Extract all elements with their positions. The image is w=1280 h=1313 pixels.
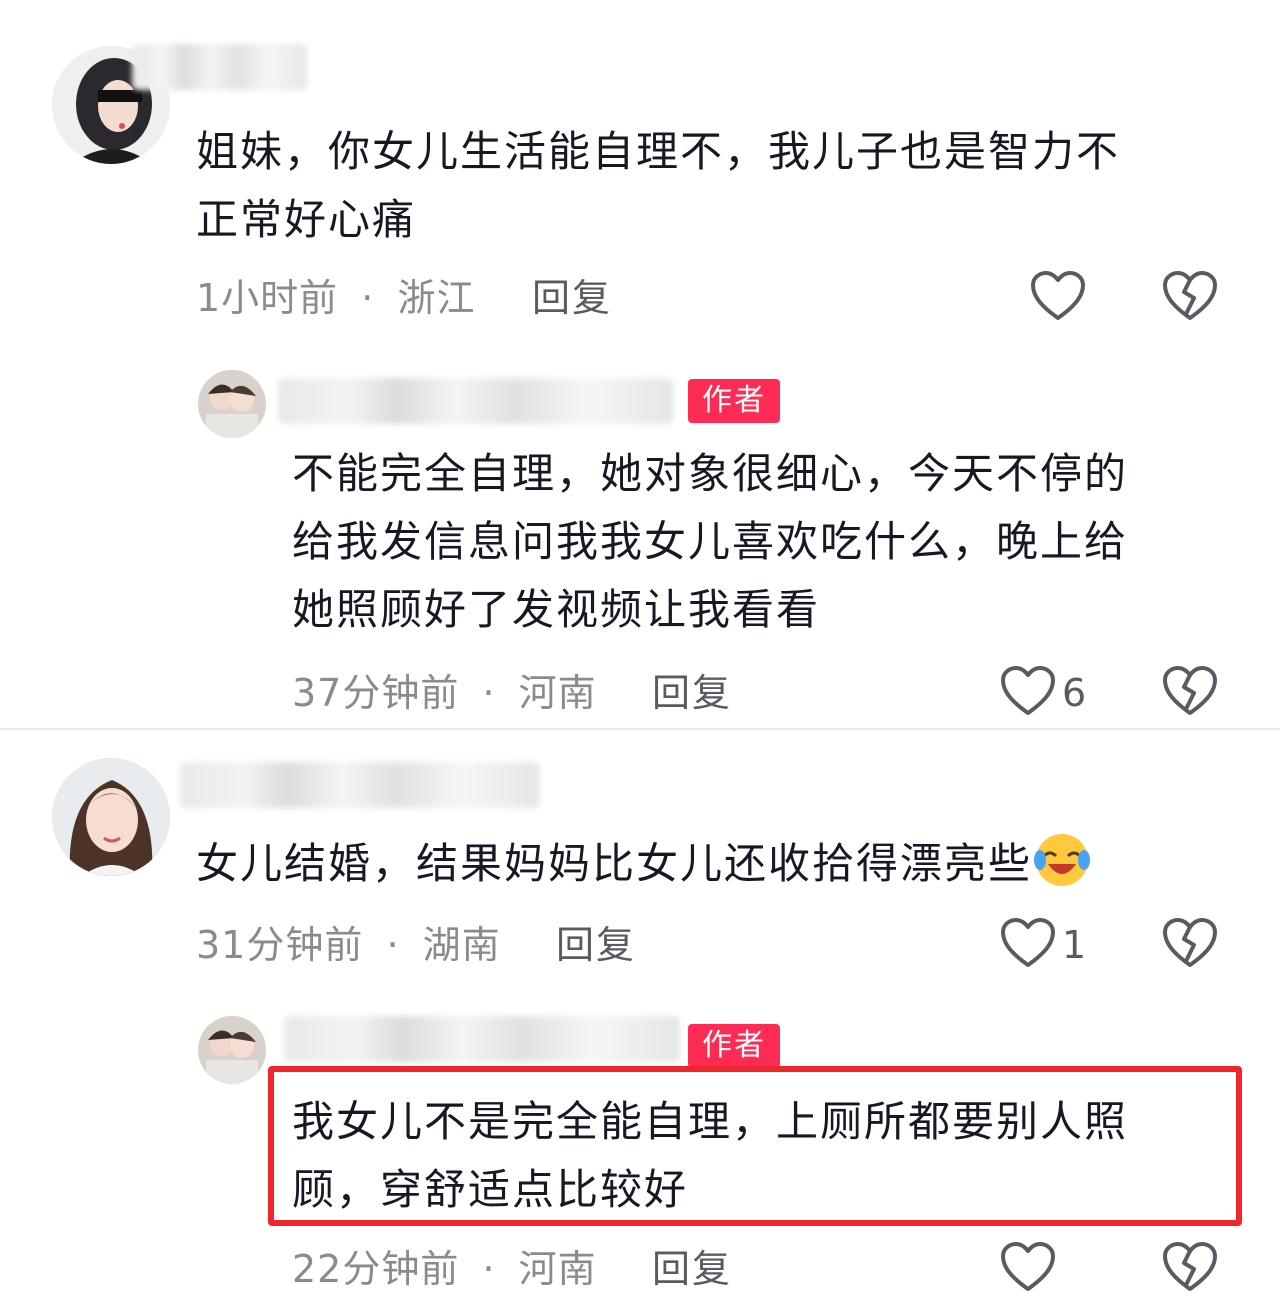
dislike-button[interactable] xyxy=(1162,1241,1218,1297)
reply-button[interactable]: 回复 xyxy=(652,1244,732,1294)
author-username-blurred[interactable] xyxy=(284,1016,680,1062)
location: 河南 xyxy=(518,1247,597,1291)
author-avatar[interactable] xyxy=(198,1016,266,1084)
author-avatar[interactable] xyxy=(198,370,266,438)
broken-heart-icon xyxy=(1163,271,1217,320)
reply-text: 不能完全自理，她对象很细心，今天不停的 给我发信息问我我女儿喜欢吃什么，晚上给 … xyxy=(292,449,1129,634)
reply-button[interactable]: 回复 xyxy=(532,273,612,323)
location: 浙江 xyxy=(397,276,476,320)
avatar[interactable] xyxy=(52,758,170,876)
dislike-button[interactable] xyxy=(1162,917,1218,973)
reply-button[interactable]: 回复 xyxy=(556,920,636,970)
reply-meta: 22分钟前 · 河南 xyxy=(292,1244,597,1294)
broken-heart-icon xyxy=(1163,666,1217,715)
like-button[interactable] xyxy=(1000,1241,1056,1297)
like-count: 6 xyxy=(1062,671,1087,715)
heart-outline-icon xyxy=(1001,918,1055,967)
comment-meta: 31分钟前 · 湖南 xyxy=(196,920,501,970)
heart-outline-icon xyxy=(1031,271,1085,320)
divider xyxy=(0,728,1280,730)
comment-text: 女儿结婚，结果妈妈比女儿还收拾得漂亮些 xyxy=(196,830,1092,898)
broken-heart-icon xyxy=(1163,918,1217,967)
reply-button[interactable]: 回复 xyxy=(652,668,732,718)
heart-outline-icon xyxy=(1001,1242,1055,1291)
timestamp: 1小时前 xyxy=(196,276,339,320)
heart-outline-icon xyxy=(1001,666,1055,715)
timestamp: 37分钟前 xyxy=(292,671,460,715)
timestamp: 31分钟前 xyxy=(196,923,364,967)
comment-text: 姐妹，你女儿生活能自理不，我儿子也是智力不 正常好心痛 xyxy=(196,127,1121,244)
broken-heart-icon xyxy=(1163,1242,1217,1291)
laughing-crying-emoji xyxy=(1032,830,1092,890)
author-badge: 作者 xyxy=(688,1024,780,1068)
like-button[interactable] xyxy=(1000,665,1056,721)
dislike-button[interactable] xyxy=(1162,270,1218,326)
timestamp: 22分钟前 xyxy=(292,1247,460,1291)
separator: · xyxy=(482,671,496,715)
location: 河南 xyxy=(518,671,597,715)
author-badge: 作者 xyxy=(688,379,780,423)
like-button[interactable] xyxy=(1000,917,1056,973)
separator: · xyxy=(482,1247,496,1291)
reply-text: 我女儿不是完全能自理，上厕所都要别人照 顾，穿舒适点比较好 xyxy=(292,1097,1129,1214)
reply-meta: 37分钟前 · 河南 xyxy=(292,668,597,718)
dislike-button[interactable] xyxy=(1162,665,1218,721)
username-blurred[interactable] xyxy=(132,44,307,90)
separator: · xyxy=(361,276,375,320)
separator: · xyxy=(386,923,400,967)
like-count: 1 xyxy=(1062,923,1087,967)
author-username-blurred[interactable] xyxy=(278,378,673,424)
username-blurred[interactable] xyxy=(180,762,540,808)
like-button[interactable] xyxy=(1030,270,1086,326)
location: 湖南 xyxy=(422,923,501,967)
comment-meta: 1小时前 · 浙江 xyxy=(196,273,475,323)
